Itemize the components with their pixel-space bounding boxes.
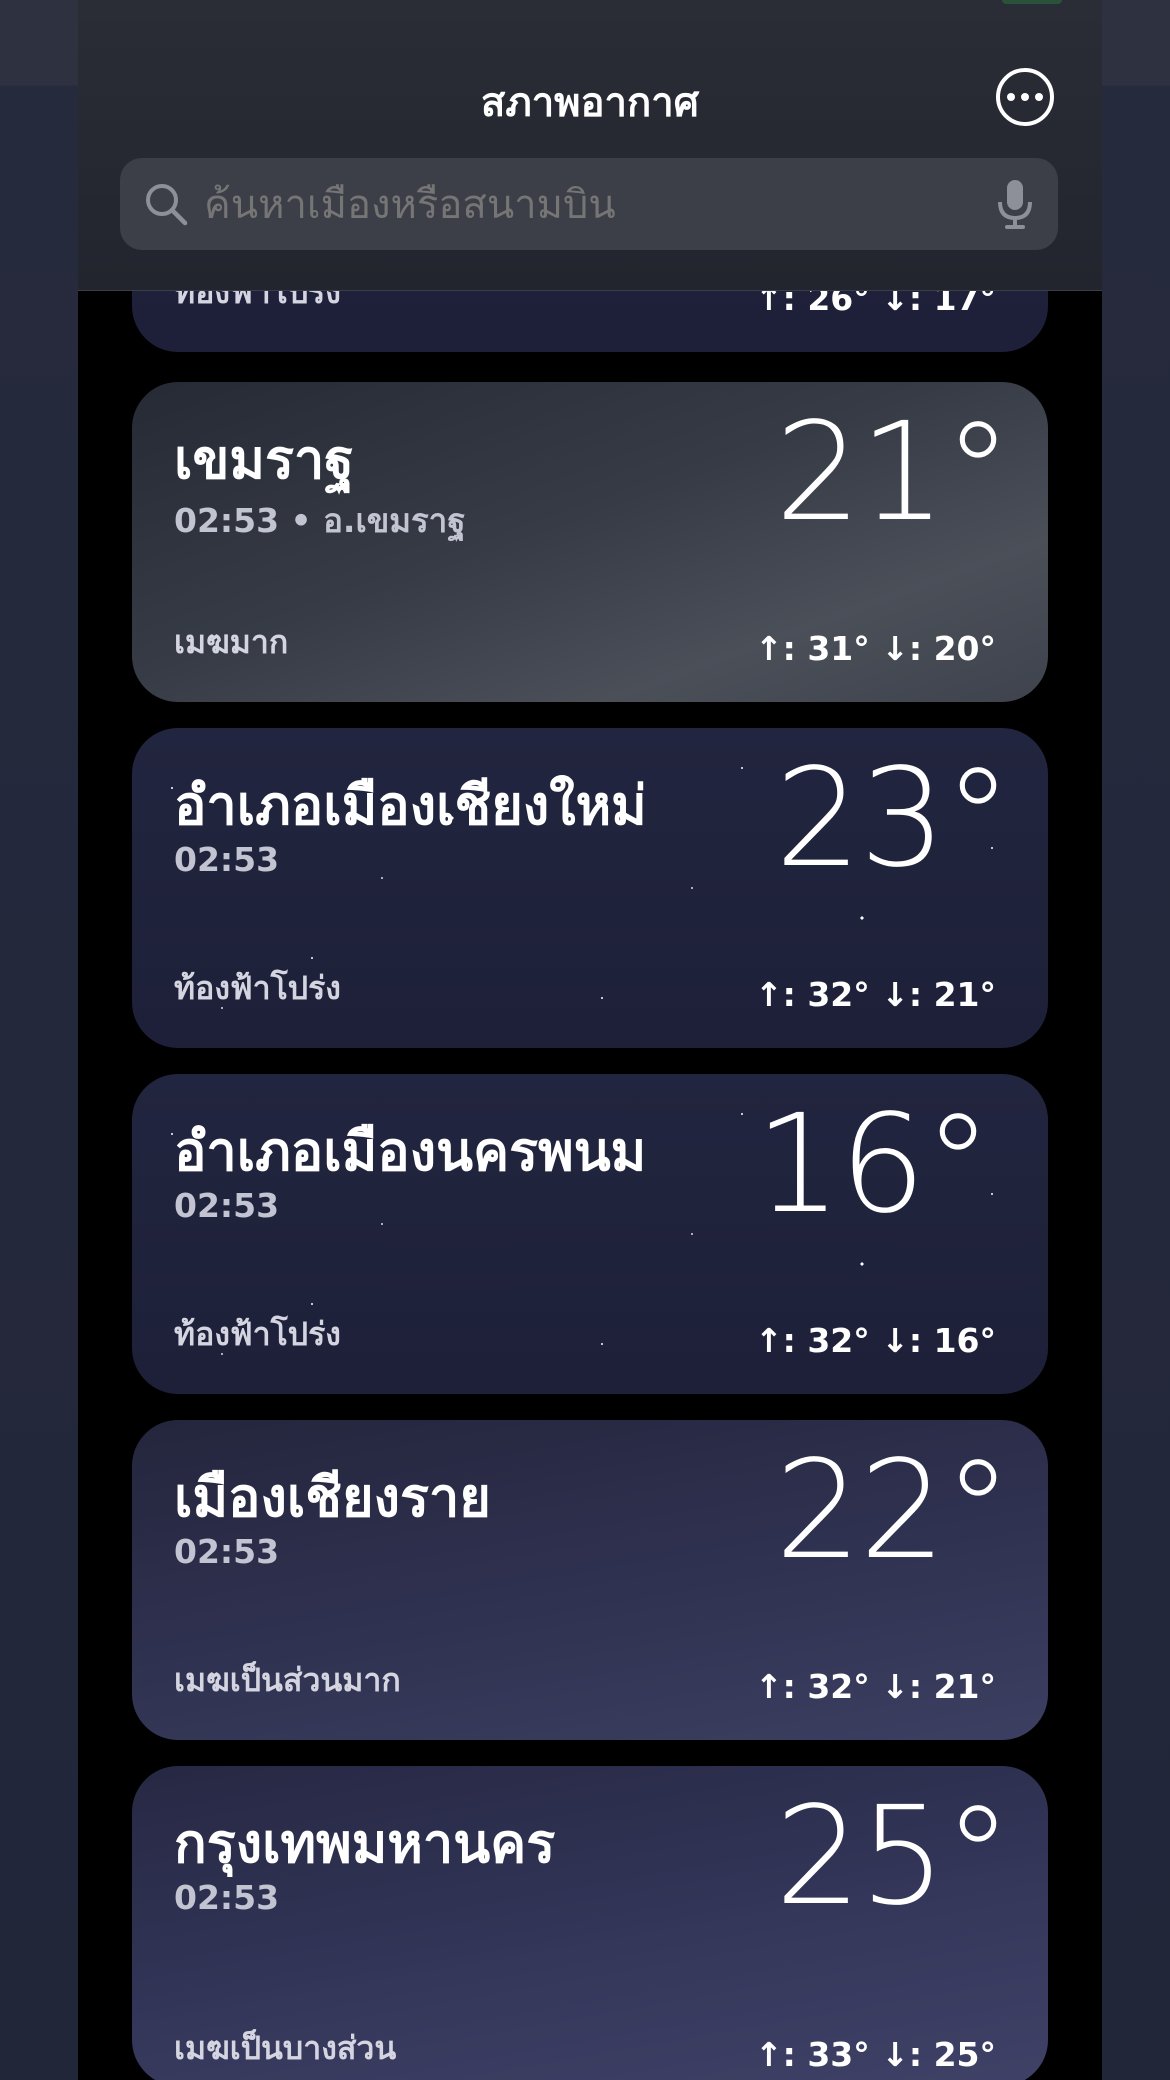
mic-icon[interactable]: [996, 178, 1034, 230]
card-high-low: ↑: 33° ↓: 25°: [754, 2035, 996, 2074]
search-input[interactable]: [202, 158, 966, 252]
location-card-chiang-mai[interactable]: อำเภอเมืองเชียงใหม่ 02:53 23° ท้องฟ้าโปร…: [132, 728, 1048, 1048]
card-condition: ท้องฟ้าโปร่ง: [174, 969, 341, 1007]
ellipsis-circle-icon: [1007, 93, 1015, 101]
card-time-subtitle: 02:53: [174, 840, 280, 879]
location-card-bangkok[interactable]: กรุงเทพมหานคร 02:53 25° เมฆเป็นบางส่วน ↑…: [132, 1766, 1048, 2080]
card-condition: ท้องฟ้าโปร่ง: [174, 1315, 341, 1353]
ellipsis-dot: [1021, 93, 1029, 101]
card-location-name: อำเภอเมืองนครพนม: [174, 1120, 647, 1183]
search-icon: [146, 184, 188, 226]
backdrop-right: [1092, 0, 1170, 2080]
card-time-subtitle: 02:53: [174, 1878, 280, 1917]
card-high-low: ↑: 32° ↓: 21°: [754, 1667, 996, 1706]
card-high-low: ↑: 32° ↓: 16°: [754, 1321, 996, 1360]
card-high-low: ↑: 32° ↓: 21°: [754, 975, 996, 1014]
card-location-name: อำเภอเมืองเชียงใหม่: [174, 774, 647, 837]
location-card-khemarat[interactable]: เขมราฐ 02:53 • อ.เขมราฐ 21° เมฆมาก ↑: 31…: [132, 382, 1048, 702]
page-title: สภาพอากาศ: [480, 80, 700, 126]
card-high-low: ↑: 31° ↓: 20°: [754, 629, 996, 668]
card-temperature: 23°: [774, 740, 1012, 898]
card-temperature: 22°: [774, 1432, 1012, 1590]
card-time-subtitle: 02:53: [174, 1532, 280, 1571]
card-location-name: เขมราฐ: [174, 428, 355, 491]
backdrop-left: [0, 0, 78, 2080]
card-condition: เมฆเป็นส่วนมาก: [174, 1661, 401, 1699]
card-condition: เมฆเป็นบางส่วน: [174, 2029, 397, 2067]
card-time-subtitle: 02:53: [174, 1186, 280, 1225]
header-bar: สภาพอากาศ: [78, 0, 1102, 291]
search-bar[interactable]: [120, 158, 1058, 252]
location-card-nakhon-phanom[interactable]: อำเภอเมืองนครพนม 02:53 16° ท้องฟ้าโปร่ง …: [132, 1074, 1048, 1394]
card-temperature: 21°: [774, 394, 1012, 552]
card-location-name: กรุงเทพมหานคร: [174, 1812, 556, 1875]
location-card-chiang-rai[interactable]: เมืองเชียงราย 02:53 22° เมฆเป็นส่วนมาก ↑…: [132, 1420, 1048, 1740]
card-time-subtitle: 02:53 • อ.เขมราฐ: [174, 501, 466, 540]
card-location-name: เมืองเชียงราย: [174, 1466, 491, 1529]
weather-sheet: ท้องฟ้าโปร่ง ↑: 26° ↓: 17° เขมราฐ 02:53 …: [78, 0, 1102, 2080]
battery-indicator: [1002, 0, 1062, 4]
card-temperature: 25°: [774, 1778, 1012, 1936]
card-temperature: 16°: [754, 1086, 992, 1244]
ellipsis-dot: [1035, 93, 1043, 101]
card-condition: เมฆมาก: [174, 623, 289, 661]
more-options-button[interactable]: [996, 68, 1054, 126]
